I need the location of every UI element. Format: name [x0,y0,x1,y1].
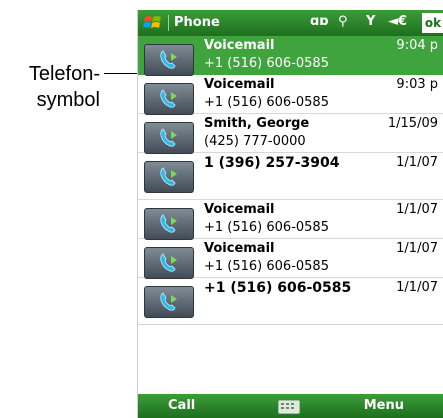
caller-name: +1 (516) 606-0585 [204,280,352,296]
call-time: 9:03 p [396,77,438,92]
keyboard-icon[interactable] [278,400,300,414]
callout-label-line2: symbol [36,89,100,111]
signal-strength-icon[interactable]: Y [366,14,375,29]
callout-line [104,73,140,74]
caller-number: +1 (516) 606-0585 [204,95,329,110]
caller-number: +1 (516) 606-0585 [204,259,329,274]
call-time: 1/15/09 [387,116,438,131]
menu-softkey[interactable]: Menu [364,398,404,413]
caller-number: (425) 777-0000 [204,134,306,149]
title-bar: Phone ɑɒ ⚲ Y ◄€ ok [138,10,443,36]
call-list-item[interactable]: +1 (516) 606-0585 1/1/07 [138,278,443,325]
phone-screen: Phone ɑɒ ⚲ Y ◄€ ok Voicemail +1 (516) 606… [137,10,443,418]
call-time: 1/1/07 [396,241,438,256]
call-softkey[interactable]: Call [168,398,195,413]
caller-name: Voicemail [204,38,275,53]
caller-number: +1 (516) 606-0585 [204,220,329,235]
call-time: 1/1/07 [396,280,438,295]
caller-number: +1 (516) 606-0585 [204,56,329,71]
call-list-item[interactable]: Voicemail +1 (516) 606-0585 1/1/07 [138,200,443,240]
call-time: 9:04 p [396,38,438,53]
call-list-item[interactable]: Voicemail +1 (516) 606-0585 9:04 p [138,36,443,76]
caller-name: Voicemail [204,241,275,256]
call-list-item[interactable]: Voicemail +1 (516) 606-0585 9:03 p [138,75,443,115]
call-list-item[interactable]: 1 (396) 257-3904 1/1/07 [138,153,443,200]
data-connection-icon[interactable]: ⚲ [338,14,348,29]
call-history-list: Voicemail +1 (516) 606-0585 9:04 p Voicemai… [138,36,443,325]
call-time: 1/1/07 [396,155,438,170]
call-list-item[interactable]: Voicemail +1 (516) 606-0585 1/1/07 [138,239,443,279]
ok-button[interactable]: ok [422,13,443,33]
phone-call-icon [144,44,194,76]
title-separator [168,15,169,31]
phone-call-icon [144,161,194,193]
phone-call-icon [144,286,194,318]
connectivity-icon[interactable]: ɑɒ [310,14,329,29]
volume-icon[interactable]: ◄€ [388,14,407,29]
caller-name: Smith, George [204,116,310,131]
phone-call-icon [144,208,194,240]
menu-bar: Call Menu [138,394,443,418]
caller-name: 1 (396) 257-3904 [204,155,340,171]
app-title: Phone [174,15,220,30]
caller-name: Voicemail [204,77,275,92]
call-time: 1/1/07 [396,202,438,217]
callout-label-line1: Telefon- [28,63,100,85]
windows-start-icon[interactable] [143,13,163,33]
phone-call-icon [144,247,194,279]
call-list-item[interactable]: Smith, George (425) 777-0000 1/15/09 [138,114,443,154]
phone-call-icon [144,122,194,154]
phone-call-icon [144,83,194,115]
caller-name: Voicemail [204,202,275,217]
